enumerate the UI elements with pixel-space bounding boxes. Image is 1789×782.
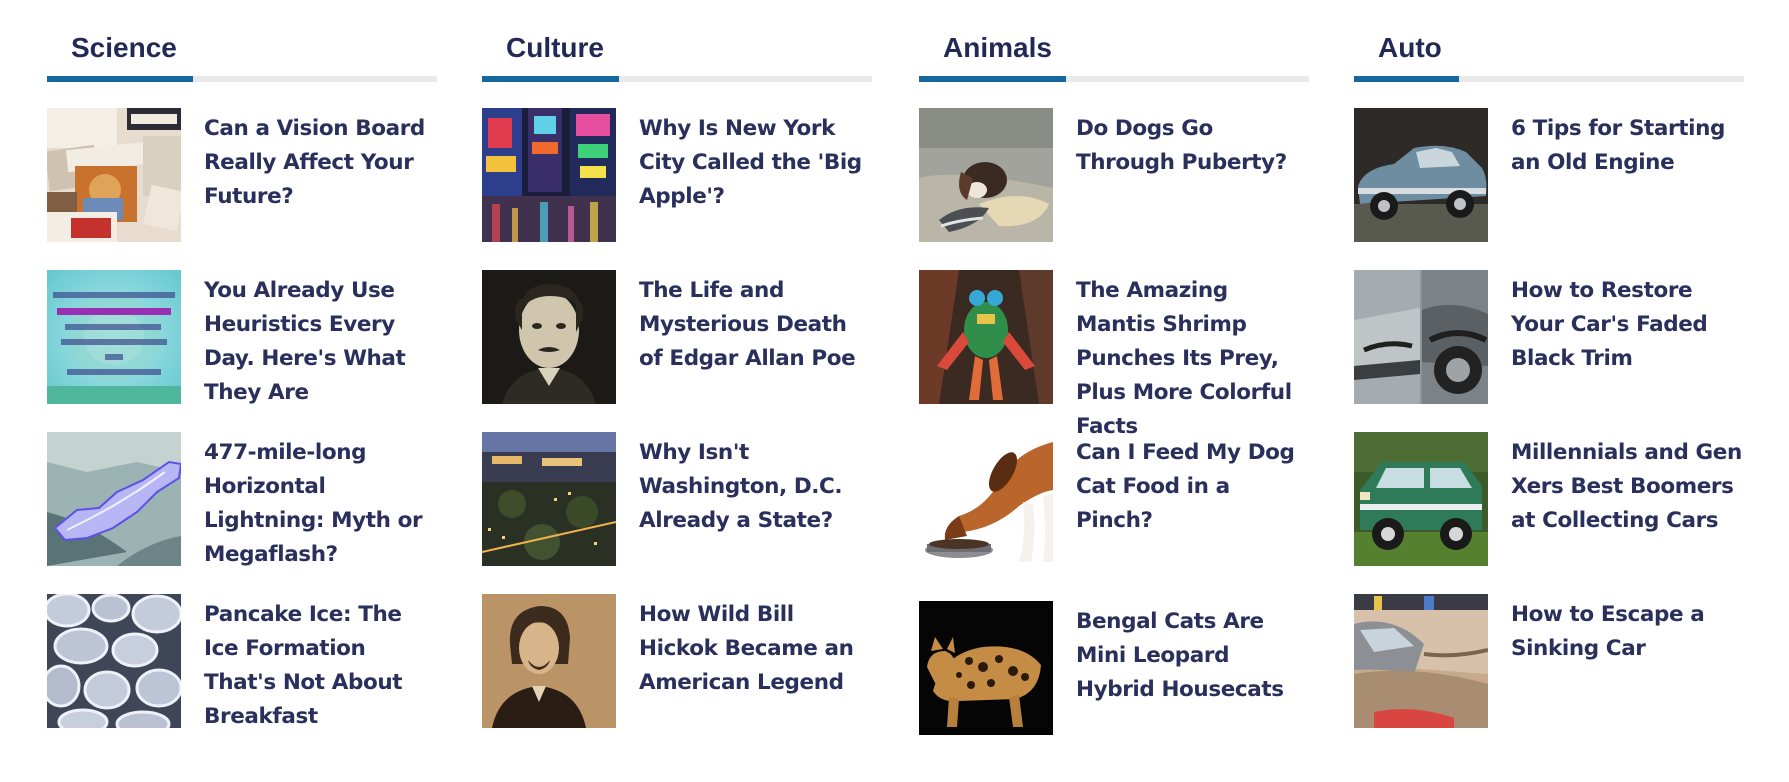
sinking-car-image — [1354, 594, 1488, 728]
category-column-science: Science Can a Vision Board Really Affect… — [47, 0, 437, 782]
article-title[interactable]: Pancake Ice: The Ice Formation That's No… — [204, 598, 436, 734]
article-thumbnail-mantis-shrimp[interactable] — [919, 270, 1053, 404]
article-thumbnail-times-square[interactable] — [482, 108, 616, 242]
puppy-image — [919, 108, 1053, 242]
bronco-image — [1354, 432, 1488, 566]
category-underline-accent — [919, 76, 1066, 82]
article-title[interactable]: 6 Tips for Starting an Old Engine — [1511, 112, 1743, 180]
article-title[interactable]: How to Restore Your Car's Faded Black Tr… — [1511, 274, 1743, 376]
article-title[interactable]: The Life and Mysterious Death of Edgar A… — [639, 274, 871, 376]
article-item[interactable]: Pancake Ice: The Ice Formation That's No… — [47, 594, 437, 734]
article-title[interactable]: Can a Vision Board Really Affect Your Fu… — [204, 112, 436, 214]
article-thumbnail-heuristics[interactable] — [47, 270, 181, 404]
article-title[interactable]: You Already Use Heuristics Every Day. He… — [204, 274, 436, 410]
article-item[interactable]: 477-mile-long Horizontal Lightning: Myth… — [47, 432, 437, 572]
times-square-image — [482, 108, 616, 242]
article-thumbnail-poe[interactable] — [482, 270, 616, 404]
article-title[interactable]: 477-mile-long Horizontal Lightning: Myth… — [204, 436, 436, 572]
hickok-portrait-image — [482, 594, 616, 728]
article-item[interactable]: Why Isn't Washington, D.C. Already a Sta… — [482, 432, 872, 572]
article-title[interactable]: How to Escape a Sinking Car — [1511, 598, 1743, 666]
article-thumbnail-jeep-trim[interactable] — [1354, 270, 1488, 404]
poe-portrait-image — [482, 270, 616, 404]
category-title-animals[interactable]: Animals — [943, 30, 1052, 66]
category-title-culture[interactable]: Culture — [506, 30, 604, 66]
pancake-ice-image — [47, 594, 181, 728]
article-thumbnail-vision-board[interactable] — [47, 108, 181, 242]
article-item[interactable]: Can I Feed My Dog Cat Food in a Pinch? — [919, 432, 1309, 572]
article-item[interactable]: How to Escape a Sinking Car — [1354, 594, 1744, 734]
article-item[interactable]: How Wild Bill Hickok Became an American … — [482, 594, 872, 734]
category-title-auto[interactable]: Auto — [1378, 30, 1442, 66]
article-thumbnail-dc[interactable] — [482, 432, 616, 566]
article-item[interactable]: You Already Use Heuristics Every Day. He… — [47, 270, 437, 410]
article-item[interactable]: 6 Tips for Starting an Old Engine — [1354, 108, 1744, 248]
article-thumbnail-hickok[interactable] — [482, 594, 616, 728]
article-item[interactable]: The Amazing Mantis Shrimp Punches Its Pr… — [919, 270, 1309, 439]
article-title[interactable]: Millennials and Gen Xers Best Boomers at… — [1511, 436, 1743, 538]
category-column-auto: Auto 6 Tips for Starting an Old Engine H… — [1354, 0, 1744, 782]
megaflash-map-image — [47, 432, 181, 566]
article-title[interactable]: Why Isn't Washington, D.C. Already a Sta… — [639, 436, 871, 538]
category-column-animals: Animals Do Dogs Go Through Puberty? The … — [919, 0, 1309, 782]
article-thumbnail-vintage-car[interactable] — [1354, 108, 1488, 242]
category-underline-accent — [482, 76, 619, 82]
category-underline-accent — [1354, 76, 1459, 82]
category-title-science[interactable]: Science — [71, 30, 177, 66]
category-header: Animals — [919, 0, 1309, 86]
vintage-car-image — [1354, 108, 1488, 242]
article-title[interactable]: Bengal Cats Are Mini Leopard Hybrid Hous… — [1076, 605, 1308, 707]
heuristics-graphic-image — [47, 270, 181, 404]
mantis-shrimp-image — [919, 270, 1053, 404]
category-underline-accent — [47, 76, 193, 82]
article-item[interactable]: Bengal Cats Are Mini Leopard Hybrid Hous… — [919, 601, 1309, 741]
dc-skyline-image — [482, 432, 616, 566]
article-item[interactable]: Can a Vision Board Really Affect Your Fu… — [47, 108, 437, 248]
article-item[interactable]: Do Dogs Go Through Puberty? — [919, 108, 1309, 248]
article-title[interactable]: How Wild Bill Hickok Became an American … — [639, 598, 871, 700]
bengal-cat-image — [919, 601, 1053, 735]
article-title[interactable]: Do Dogs Go Through Puberty? — [1076, 112, 1308, 180]
category-header: Auto — [1354, 0, 1744, 86]
category-header: Culture — [482, 0, 872, 86]
vision-board-image — [47, 108, 181, 242]
beagle-eating-image — [919, 432, 1053, 566]
article-item[interactable]: Why Is New York City Called the 'Big App… — [482, 108, 872, 248]
article-item[interactable]: Millennials and Gen Xers Best Boomers at… — [1354, 432, 1744, 572]
article-thumbnail-megaflash[interactable] — [47, 432, 181, 566]
article-thumbnail-pancake-ice[interactable] — [47, 594, 181, 728]
article-thumbnail-sinking-car[interactable] — [1354, 594, 1488, 728]
article-title[interactable]: Why Is New York City Called the 'Big App… — [639, 112, 871, 214]
article-title[interactable]: The Amazing Mantis Shrimp Punches Its Pr… — [1076, 274, 1308, 444]
article-title[interactable]: Can I Feed My Dog Cat Food in a Pinch? — [1076, 436, 1308, 538]
article-item[interactable]: The Life and Mysterious Death of Edgar A… — [482, 270, 872, 410]
category-header: Science — [47, 0, 437, 86]
article-thumbnail-beagle[interactable] — [919, 432, 1053, 566]
jeep-trim-image — [1354, 270, 1488, 404]
article-thumbnail-bronco[interactable] — [1354, 432, 1488, 566]
article-item[interactable]: How to Restore Your Car's Faded Black Tr… — [1354, 270, 1744, 410]
article-thumbnail-puppy[interactable] — [919, 108, 1053, 242]
article-thumbnail-bengal-cat[interactable] — [919, 601, 1053, 735]
category-column-culture: Culture Why Is New York City Called the … — [482, 0, 872, 782]
